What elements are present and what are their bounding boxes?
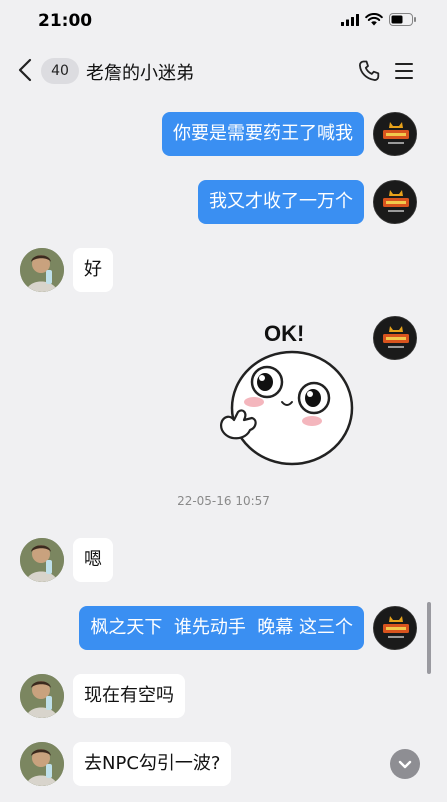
message-bubble[interactable]: 去NPC勾引一波? [73,742,232,786]
chat-header: 40 老詹的小迷弟 [0,44,447,96]
game-logo-icon [374,317,416,359]
sticker-caption: OK! [264,321,304,346]
scrollbar[interactable] [427,602,431,674]
friend-avatar[interactable] [20,248,64,292]
game-logo-icon [374,607,416,649]
game-logo-icon [374,181,416,223]
message-bubble[interactable]: 枫之天下 谁先动手 晚幕 这三个 [79,606,364,650]
message-bubble[interactable]: 我又才收了一万个 [198,180,364,224]
phone-icon[interactable] [357,59,381,83]
chevron-down-icon [398,760,412,769]
message-bubble[interactable]: 你要是需要药王了喊我 [162,112,364,156]
message-bubble[interactable]: 嗯 [73,538,113,582]
self-avatar[interactable] [373,606,417,650]
signal-icon [341,13,359,26]
chat-title: 老詹的小迷弟 [86,63,194,84]
wifi-icon [365,13,383,26]
back-chevron-icon[interactable] [14,57,38,83]
person-photo-icon [20,674,64,718]
battery-icon [389,13,416,26]
person-photo-icon [20,248,64,292]
scroll-to-bottom-button[interactable] [390,749,420,779]
friend-avatar[interactable] [20,742,64,786]
ok-sticker[interactable]: OK! [212,316,362,476]
game-logo-icon [374,113,416,155]
message-bubble[interactable]: 现在有空吗 [73,674,185,718]
status-bar: 21:00 [0,0,447,44]
friend-avatar[interactable] [20,538,64,582]
person-photo-icon [20,538,64,582]
timestamp-separator: 22-05-16 10:57 [177,494,270,508]
unread-count-badge[interactable]: 40 [41,58,79,84]
self-avatar[interactable] [373,112,417,156]
friend-avatar[interactable] [20,674,64,718]
person-photo-icon [20,742,64,786]
menu-icon[interactable] [393,60,415,82]
self-avatar[interactable] [373,180,417,224]
self-avatar[interactable] [373,316,417,360]
status-time: 21:00 [38,11,93,31]
message-bubble[interactable]: 好 [73,248,113,292]
